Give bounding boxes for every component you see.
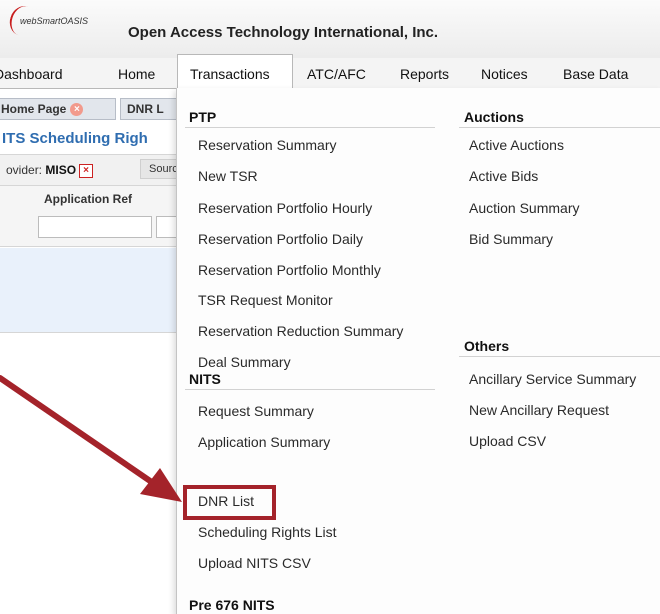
underlying-page: Home Page × DNR L ITS Scheduling Righ ovi… [0, 88, 200, 614]
tab-home-page-label: Home Page [1, 102, 67, 116]
application-ref-filter-input[interactable] [38, 216, 152, 238]
provider-value: MISO [45, 163, 77, 177]
menu-item-request-summary[interactable]: Request Summary [198, 403, 314, 419]
remove-filter-icon[interactable]: × [79, 163, 94, 178]
source-label: Sourc [149, 163, 178, 175]
menu-item-reservation-portfolio-daily[interactable]: Reservation Portfolio Daily [198, 231, 363, 247]
section-nits-heading: NITS [189, 371, 221, 387]
section-divider [185, 389, 435, 390]
provider-filter: ovider: MISO × [6, 163, 94, 178]
app-header: webSmartOASIS Open Access Technology Int… [0, 0, 660, 59]
nav-atc-afc[interactable]: ATC/AFC [307, 66, 366, 82]
menu-item-ancillary-service-summary[interactable]: Ancillary Service Summary [469, 371, 636, 387]
menu-item-auction-summary[interactable]: Auction Summary [469, 200, 579, 216]
menu-item-upload-csv[interactable]: Upload CSV [469, 433, 546, 449]
page-title: ITS Scheduling Righ [2, 130, 148, 147]
nav-notices[interactable]: Notices [481, 66, 528, 82]
section-others-heading: Others [464, 338, 510, 354]
nav-home[interactable]: Home [118, 66, 155, 82]
menu-item-reservation-reduction-summary[interactable]: Reservation Reduction Summary [198, 323, 403, 339]
section-ptp-heading: PTP [189, 109, 217, 125]
grid-body [0, 248, 200, 333]
logo-text: webSmartOASIS [20, 16, 89, 26]
section-pre676-heading: Pre 676 NITS [189, 597, 275, 613]
tab-dnr-list-label: DNR L [127, 102, 164, 116]
section-divider [459, 127, 660, 128]
websmartoasis-logo: webSmartOASIS [2, 2, 88, 40]
provider-label: ovider: [6, 163, 43, 177]
nav-transactions-label: Transactions [190, 66, 270, 82]
menu-item-reservation-portfolio-hourly[interactable]: Reservation Portfolio Hourly [198, 200, 372, 216]
tab-dnr-list[interactable]: DNR L [120, 98, 180, 120]
menu-item-bid-summary[interactable]: Bid Summary [469, 231, 553, 247]
nav-base-data[interactable]: Base Data [563, 66, 628, 82]
nav-transactions[interactable]: Transactions [177, 54, 293, 88]
menu-item-upload-nits-csv[interactable]: Upload NITS CSV [198, 555, 311, 571]
column-header-application-ref[interactable]: Application Ref [44, 192, 132, 206]
close-icon[interactable]: × [70, 103, 84, 117]
menu-item-application-summary[interactable]: Application Summary [198, 434, 330, 450]
menu-item-deal-summary[interactable]: Deal Summary [198, 354, 291, 370]
menu-item-scheduling-rights-list[interactable]: Scheduling Rights List [198, 524, 337, 540]
menu-item-active-auctions[interactable]: Active Auctions [469, 137, 564, 153]
section-divider [185, 127, 435, 128]
filter-bar: ovider: MISO × Sourc [0, 154, 200, 186]
menu-item-reservation-summary[interactable]: Reservation Summary [198, 137, 337, 153]
dnr-list-highlight-box [183, 485, 276, 520]
grid-header: Application Ref [0, 186, 200, 247]
section-auctions-heading: Auctions [464, 109, 524, 125]
menu-item-tsr-request-monitor[interactable]: TSR Request Monitor [198, 292, 333, 308]
menu-item-new-ancillary-request[interactable]: New Ancillary Request [469, 402, 609, 418]
menu-item-active-bids[interactable]: Active Bids [469, 168, 538, 184]
menu-item-reservation-portfolio-monthly[interactable]: Reservation Portfolio Monthly [198, 262, 381, 278]
transactions-dropdown: PTP Reservation Summary New TSR Reservat… [176, 88, 660, 614]
nav-dashboard[interactable]: Dashboard [0, 66, 63, 82]
nav-reports[interactable]: Reports [400, 66, 449, 82]
tab-home-page[interactable]: Home Page × [0, 98, 116, 120]
menu-item-new-tsr[interactable]: New TSR [198, 168, 258, 184]
main-nav: Dashboard Home Transactions ATC/AFC Repo… [0, 54, 660, 89]
section-divider [459, 356, 660, 357]
company-name: Open Access Technology International, In… [128, 24, 439, 41]
